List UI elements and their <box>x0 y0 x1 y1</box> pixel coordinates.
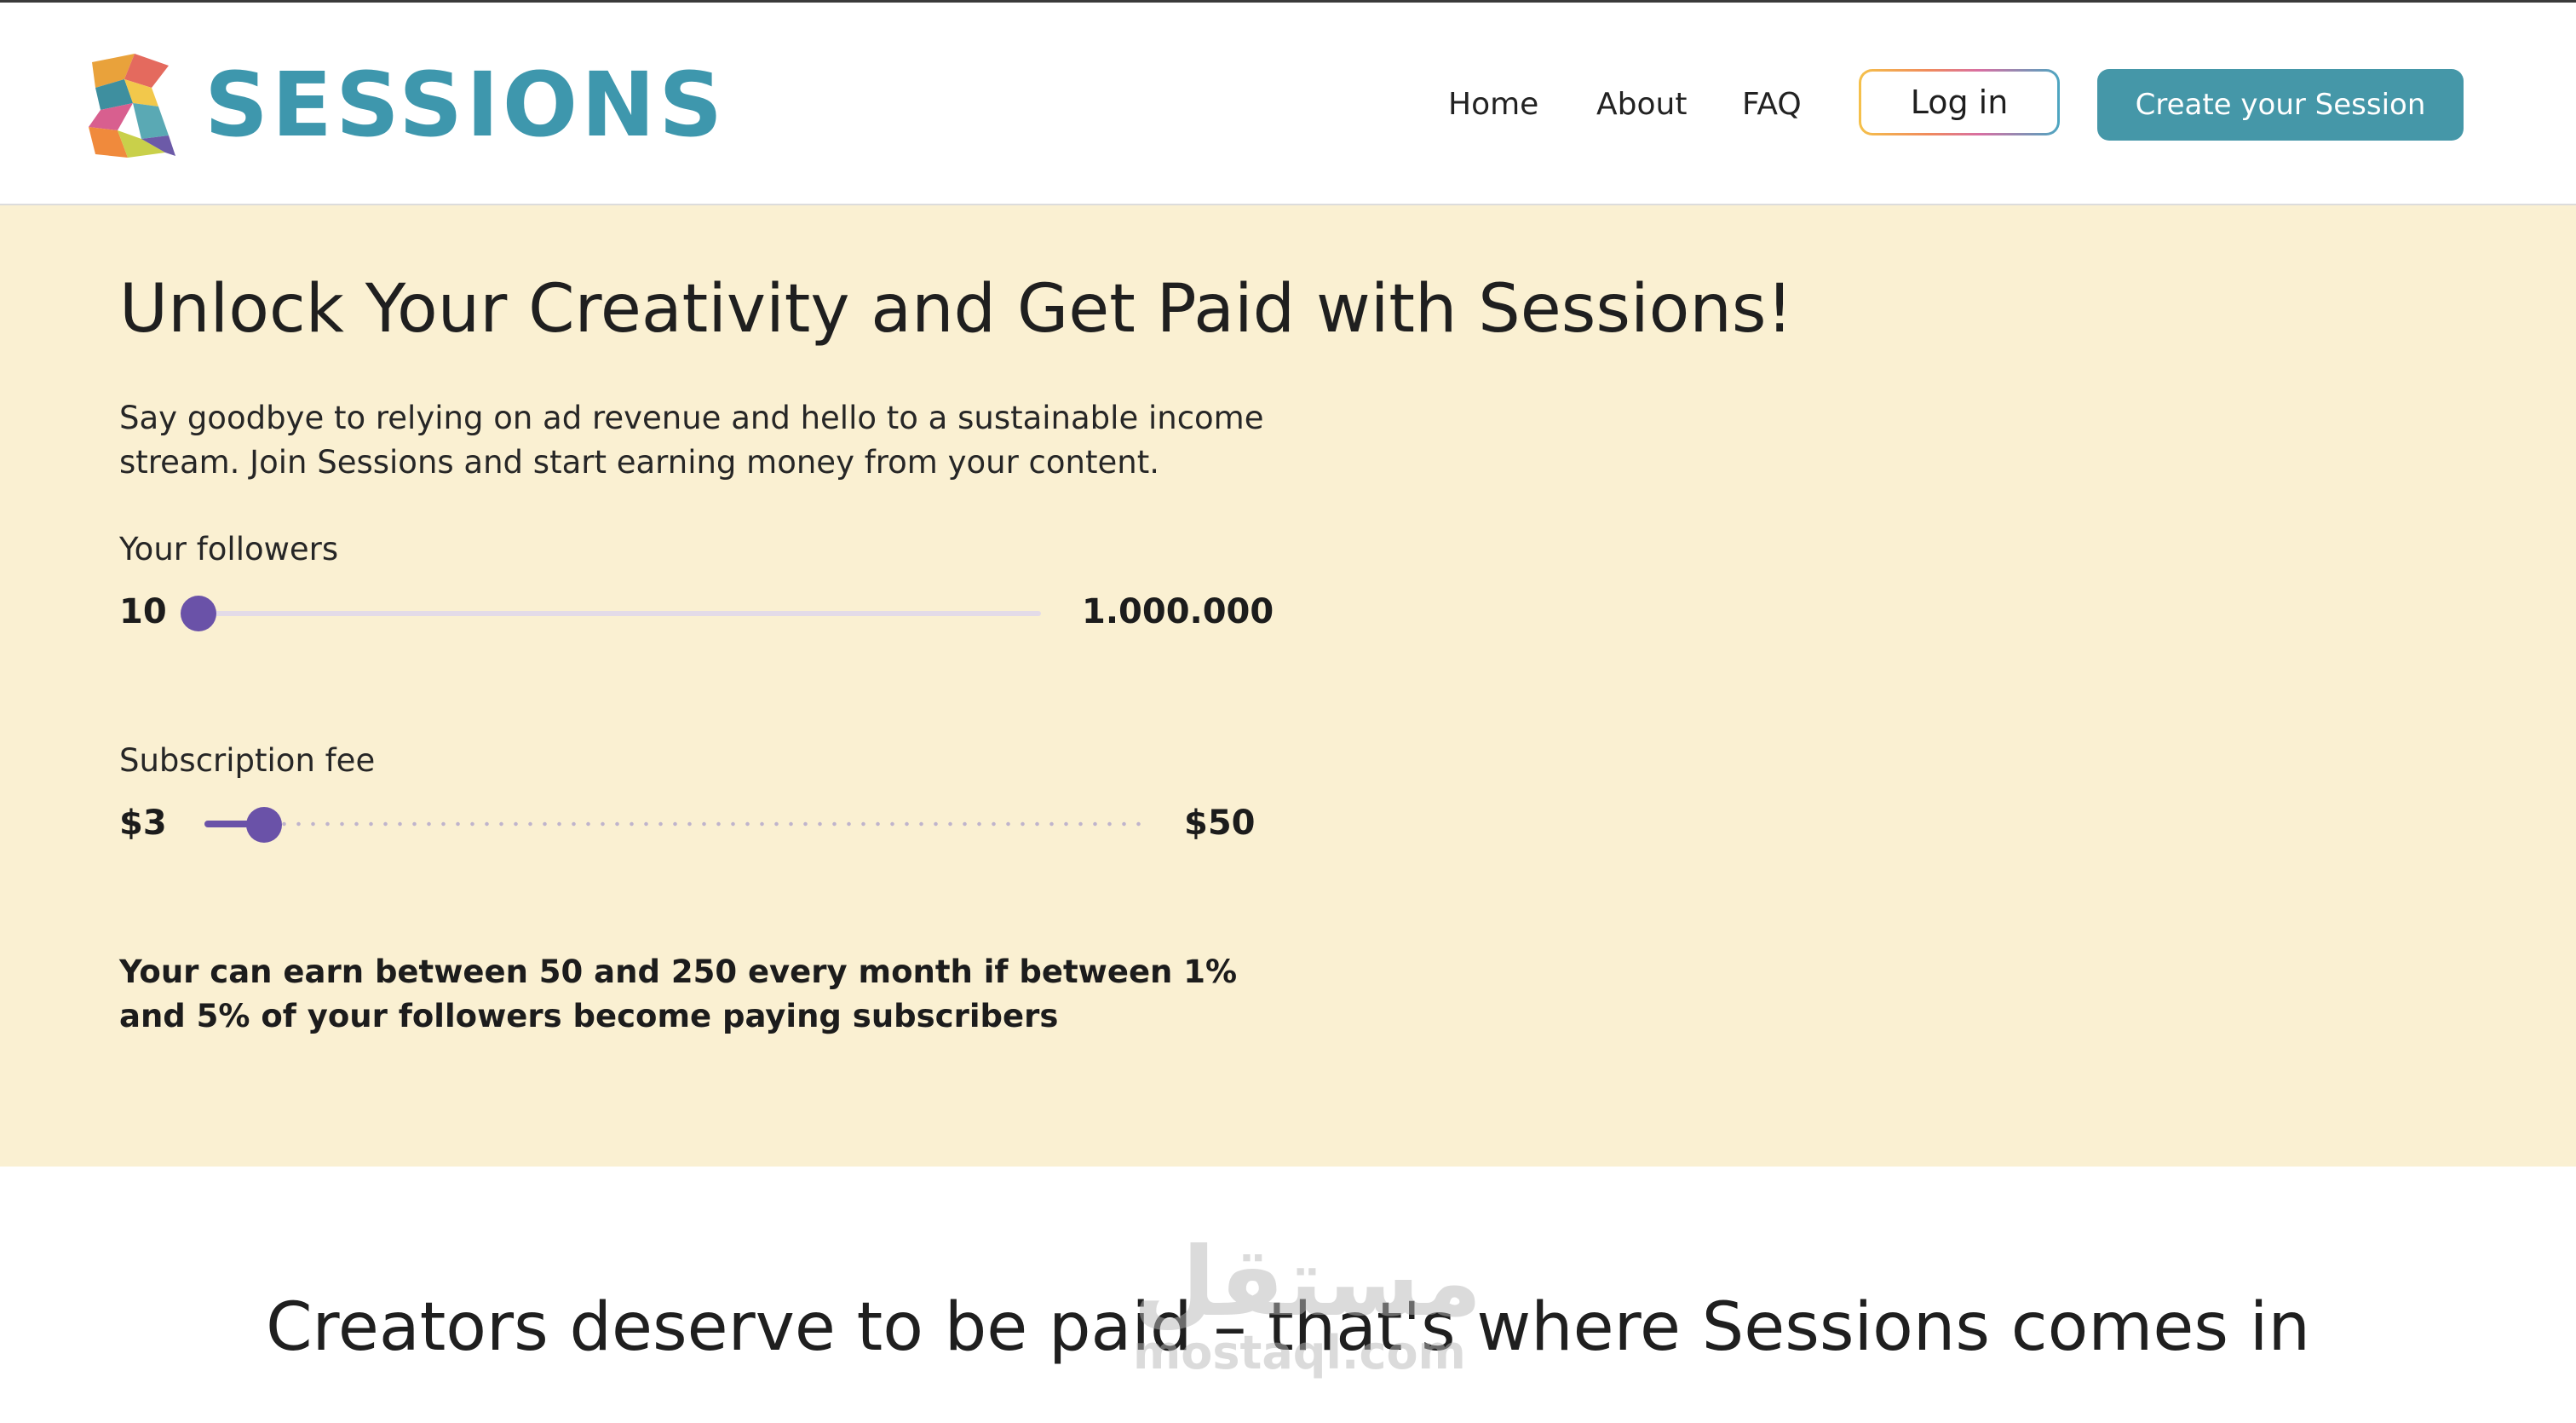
earnings-estimate-text: Your can earn between 50 and 250 every m… <box>119 953 1238 1034</box>
followers-slider-track[interactable] <box>182 611 1041 616</box>
nav-home-link[interactable]: Home <box>1448 84 1538 125</box>
fee-max-value: $50 <box>1184 804 1256 843</box>
hero-description: Say goodbye to relying on ad revenue and… <box>119 400 1264 481</box>
nav-faq-link[interactable]: FAQ <box>1742 84 1802 125</box>
fee-min-value: $3 <box>119 804 167 843</box>
login-button[interactable]: Log in <box>1859 69 2060 135</box>
followers-slider-label: Your followers <box>119 531 339 567</box>
hero-section: Unlock Your Creativity and Get Paid with… <box>0 205 2576 1167</box>
hero-title: Unlock Your Creativity and Get Paid with… <box>119 271 1793 348</box>
nav-about-link[interactable]: About <box>1596 84 1687 125</box>
fee-slider-track[interactable] <box>204 821 1141 827</box>
fee-slider-label: Subscription fee <box>119 742 376 779</box>
followers-slider-thumb[interactable] <box>181 596 216 631</box>
followers-max-value: 1.000.000 <box>1082 592 1274 631</box>
section-heading: Creators deserve to be paid – that's whe… <box>266 1289 2310 1366</box>
brand-wordmark[interactable]: SESSIONS <box>204 54 726 156</box>
followers-min-value: 10 <box>119 592 167 631</box>
site-header: SESSIONS Home About FAQ Log in Create yo… <box>0 3 2576 205</box>
fee-slider-thumb[interactable] <box>246 807 282 843</box>
create-session-button[interactable]: Create your Session <box>2097 69 2464 141</box>
sessions-logo-icon[interactable] <box>83 54 177 161</box>
